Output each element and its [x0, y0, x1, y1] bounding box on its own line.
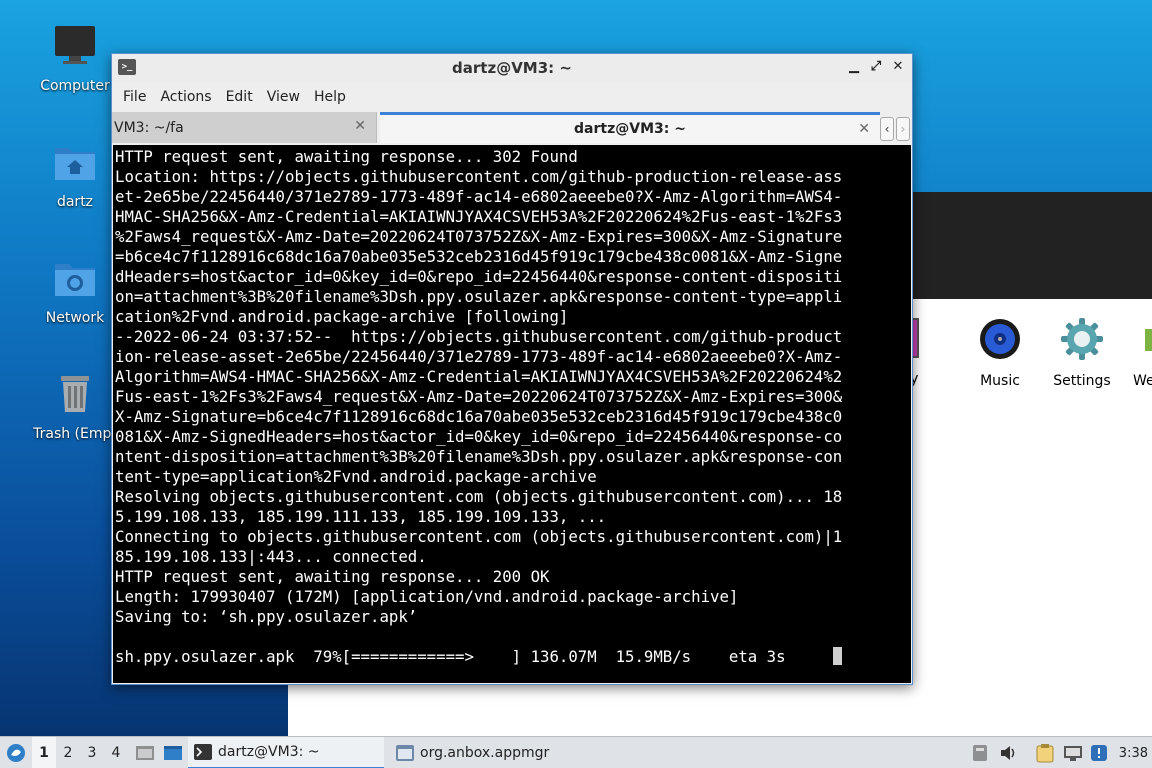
terminal-line: Connecting to objects.githubusercontent.… [115, 527, 843, 546]
taskbar: 1 2 3 4 dartz@VM3: ~ org.anbox.appmgr 3:… [0, 736, 1152, 768]
terminal-output[interactable]: HTTP request sent, awaiting response... … [113, 145, 911, 683]
terminal-app-icon: >_ [118, 59, 136, 75]
menu-view[interactable]: View [260, 89, 307, 105]
network-folder-icon [55, 264, 95, 296]
terminal-line: --2022-06-24 03:37:52-- https://objects.… [115, 327, 843, 346]
network-tray-icon[interactable] [1062, 737, 1084, 768]
settings-gear-icon [1061, 318, 1103, 360]
terminal-line: HTTP request sent, awaiting response... … [115, 147, 578, 166]
workspace-2[interactable]: 2 [56, 737, 80, 768]
tab-dartz-home[interactable]: dartz@VM3: ~ ✕ [380, 112, 880, 143]
window-title: dartz@VM3: ~ [452, 59, 572, 77]
terminal-line: HTTP request sent, awaiting response... … [115, 567, 550, 586]
app-label: We [1133, 373, 1152, 389]
tray-storage-icon[interactable] [970, 737, 990, 768]
app-partial[interactable]: We [1133, 317, 1152, 389]
task-label: dartz@VM3: ~ [218, 744, 320, 760]
show-desktop-button[interactable] [134, 737, 156, 768]
volume-icon[interactable] [998, 737, 1020, 768]
terminal-line: Algorithm=AWS4-HMAC-SHA256&X-Amz-Credent… [115, 367, 843, 386]
app-label: Settings [1053, 373, 1111, 389]
notification-icon[interactable] [1088, 737, 1110, 768]
workspace-1[interactable]: 1 [32, 737, 56, 768]
minimize-icon[interactable]: ▁ [846, 58, 862, 76]
app-label: Music [980, 373, 1020, 389]
app-settings[interactable]: Settings [1037, 317, 1127, 389]
terminal-line: Fus-east-1%2Fs3%2Faws4_request&X-Amz-Dat… [115, 387, 843, 406]
terminal-line: =b6ce4c7f1128916c68dc16a70abe035e532ceb2… [115, 247, 843, 266]
close-tab-icon[interactable]: ✕ [858, 121, 870, 137]
terminal-line: tent-type=application%2Fvnd.android.pack… [115, 467, 597, 486]
music-icon [980, 319, 1020, 359]
terminal-line: Saving to: ‘sh.ppy.osulazer.apk’ [115, 607, 418, 626]
anbox-task-icon [396, 745, 414, 761]
terminal-line: 85.199.108.133|:443... connected. [115, 547, 427, 566]
terminal-line: Location: https://objects.githubusercont… [115, 167, 843, 186]
task-label: org.anbox.appmgr [420, 745, 550, 761]
terminal-window: >_ dartz@VM3: ~ ▁ ⤢ ✕ File Actions Edit … [111, 53, 913, 685]
terminal-line: et-2e65be/22456440/371e2789-1773-489f-ac… [115, 187, 843, 206]
anbox-window-header [880, 192, 1152, 299]
window-icon [164, 746, 182, 760]
app-music[interactable]: Music [955, 317, 1045, 389]
task-terminal[interactable]: dartz@VM3: ~ [188, 737, 384, 768]
close-icon[interactable]: ✕ [890, 58, 906, 76]
close-tab-icon[interactable]: ✕ [354, 118, 366, 134]
file-manager-icon [136, 746, 154, 760]
app-menu-icon [7, 744, 25, 762]
menu-help[interactable]: Help [307, 89, 353, 105]
app-icon [1145, 329, 1152, 351]
terminal-task-icon [194, 744, 212, 760]
terminal-line: ion-release-asset-2e65be/22456440/371e27… [115, 347, 843, 366]
terminal-line: HMAC-SHA256&X-Amz-Credential=AKIAIWNJYAX… [115, 207, 843, 226]
menu-edit[interactable]: Edit [219, 89, 260, 105]
terminal-line: %2Faws4_request&X-Amz-Date=20220624T0737… [115, 227, 843, 246]
tab-label: VM3: ~/fa [114, 119, 184, 136]
terminal-line: 081&X-Amz-SignedHeaders=host&actor_id=0&… [115, 427, 843, 446]
home-folder-icon [55, 148, 95, 180]
browser-launcher[interactable] [162, 737, 184, 768]
monitor-icon [55, 26, 95, 64]
menu-bar: File Actions Edit View Help [112, 82, 912, 112]
tab-vm3-fa[interactable]: VM3: ~/fa ✕ [112, 112, 377, 143]
menu-actions[interactable]: Actions [153, 89, 218, 105]
clipboard-icon[interactable] [1034, 737, 1056, 768]
menu-file[interactable]: File [116, 89, 153, 105]
terminal-line: X-Amz-Signature=b6ce4c7f1128916c68dc16a7… [115, 407, 843, 426]
trash-icon [61, 376, 89, 412]
maximize-icon[interactable]: ⤢ [868, 58, 884, 76]
terminal-line: ntent-disposition=attachment%3B%20filena… [115, 447, 843, 466]
clock[interactable]: 3:38 [1119, 737, 1148, 768]
terminal-line: sh.ppy.osulazer.apk 79%[============> ] … [115, 647, 911, 667]
tab-label: dartz@VM3: ~ [574, 121, 686, 137]
workspace-4[interactable]: 4 [104, 737, 128, 768]
tab-bar: VM3: ~/fa ✕ dartz@VM3: ~ ✕ ‹ › [112, 112, 912, 144]
terminal-line: cation%2Fvnd.android.package-archive [fo… [115, 307, 569, 326]
workspace-3[interactable]: 3 [80, 737, 104, 768]
terminal-cursor [832, 647, 842, 665]
terminal-line: Resolving objects.githubusercontent.com … [115, 487, 843, 506]
tab-scroll-right-icon[interactable]: › [896, 117, 910, 141]
start-menu-button[interactable] [4, 737, 28, 768]
terminal-line: dHeaders=host&actor_id=0&key_id=0&repo_i… [115, 267, 843, 286]
task-anbox[interactable]: org.anbox.appmgr [390, 737, 610, 768]
tab-scroll-left-icon[interactable]: ‹ [880, 117, 894, 141]
terminal-line: 5.199.108.133, 185.199.111.133, 185.199.… [115, 507, 607, 526]
window-titlebar[interactable]: >_ dartz@VM3: ~ ▁ ⤢ ✕ [112, 54, 912, 82]
terminal-line: on=attachment%3B%20filename%3Dsh.ppy.osu… [115, 287, 843, 306]
terminal-line: Length: 179930407 (172M) [application/vn… [115, 587, 739, 606]
